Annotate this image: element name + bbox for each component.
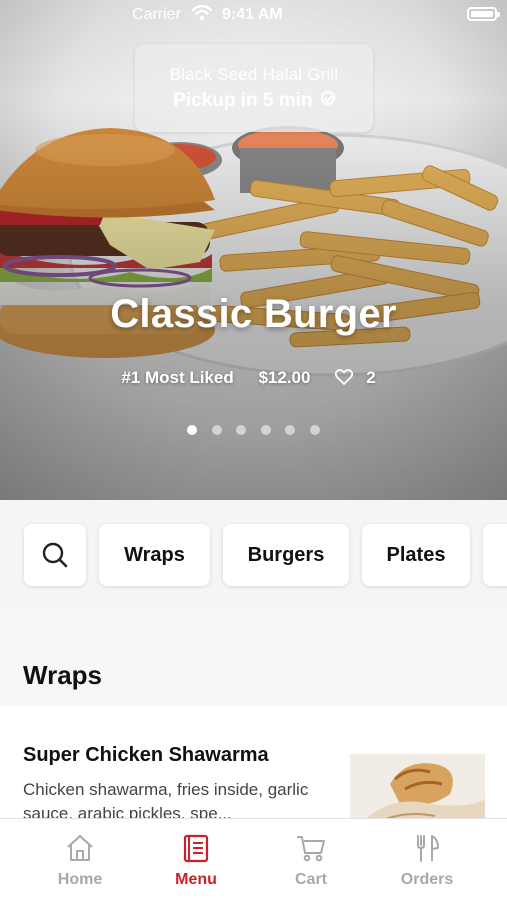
carrier-label: Carrier (132, 6, 181, 23)
featured-likes[interactable]: 2 (335, 368, 385, 387)
tab-cart[interactable]: Cart (248, 819, 374, 900)
tab-home[interactable]: Home (17, 819, 143, 900)
clock: 9:41 AM (222, 6, 283, 23)
featured-badge: #1 Most Liked (121, 368, 234, 387)
tab-label: Menu (175, 871, 217, 888)
category-plates[interactable]: Plates (362, 524, 470, 586)
carousel-dot[interactable] (187, 425, 198, 435)
wifi-icon (192, 5, 212, 21)
category-next[interactable] (483, 524, 507, 586)
category-wraps[interactable]: Wraps (99, 524, 210, 586)
carousel-indicator[interactable] (0, 422, 507, 440)
cart-icon (297, 836, 325, 862)
tab-bar: Home Menu Cart Orders (0, 818, 507, 900)
pickup-time: Pickup in 5 min (135, 90, 373, 112)
carousel-dot[interactable] (285, 425, 296, 435)
category-burgers[interactable]: Burgers (223, 524, 349, 586)
search-button[interactable] (24, 524, 86, 586)
featured-price: $12.00 (258, 368, 311, 387)
featured-item-meta: #1 Most Liked $12.00 2 (0, 368, 507, 388)
restaurant-pickup-card[interactable]: Black Seed Halal Grill Pickup in 5 min (135, 44, 373, 132)
carousel-dot[interactable] (260, 425, 271, 435)
carousel-dot[interactable] (309, 425, 320, 435)
status-bar: Carrier 9:41 AM (0, 0, 507, 30)
category-bar: Wraps Burgers Plates (0, 500, 507, 610)
tab-orders[interactable]: Orders (364, 819, 490, 900)
featured-hero[interactable]: Carrier 9:41 AM Black Seed Halal Grill P… (0, 0, 507, 500)
orders-icon (417, 835, 439, 862)
menu-item[interactable]: Super Chicken Shawarma Chicken shawarma,… (0, 706, 507, 834)
pickup-time-label: Pickup in 5 min (173, 90, 313, 111)
carousel-dot[interactable] (236, 425, 247, 435)
tab-menu[interactable]: Menu (133, 819, 259, 900)
restaurant-name: Black Seed Halal Grill (169, 65, 339, 84)
search-icon (42, 542, 68, 568)
menu-item-name: Super Chicken Shawarma (23, 744, 269, 766)
section-title: Wraps (23, 660, 102, 690)
tab-label: Home (57, 871, 103, 888)
heart-icon (335, 369, 354, 385)
menu-icon (183, 834, 209, 863)
check-circle-icon (320, 91, 335, 105)
carousel-dot[interactable] (211, 425, 222, 435)
home-icon (67, 835, 93, 861)
likes-count: 2 (366, 368, 376, 387)
featured-item-title: Classic Burger (110, 292, 397, 336)
tab-label: Orders (400, 871, 454, 888)
battery-icon (467, 7, 500, 21)
tab-label: Cart (294, 871, 327, 888)
